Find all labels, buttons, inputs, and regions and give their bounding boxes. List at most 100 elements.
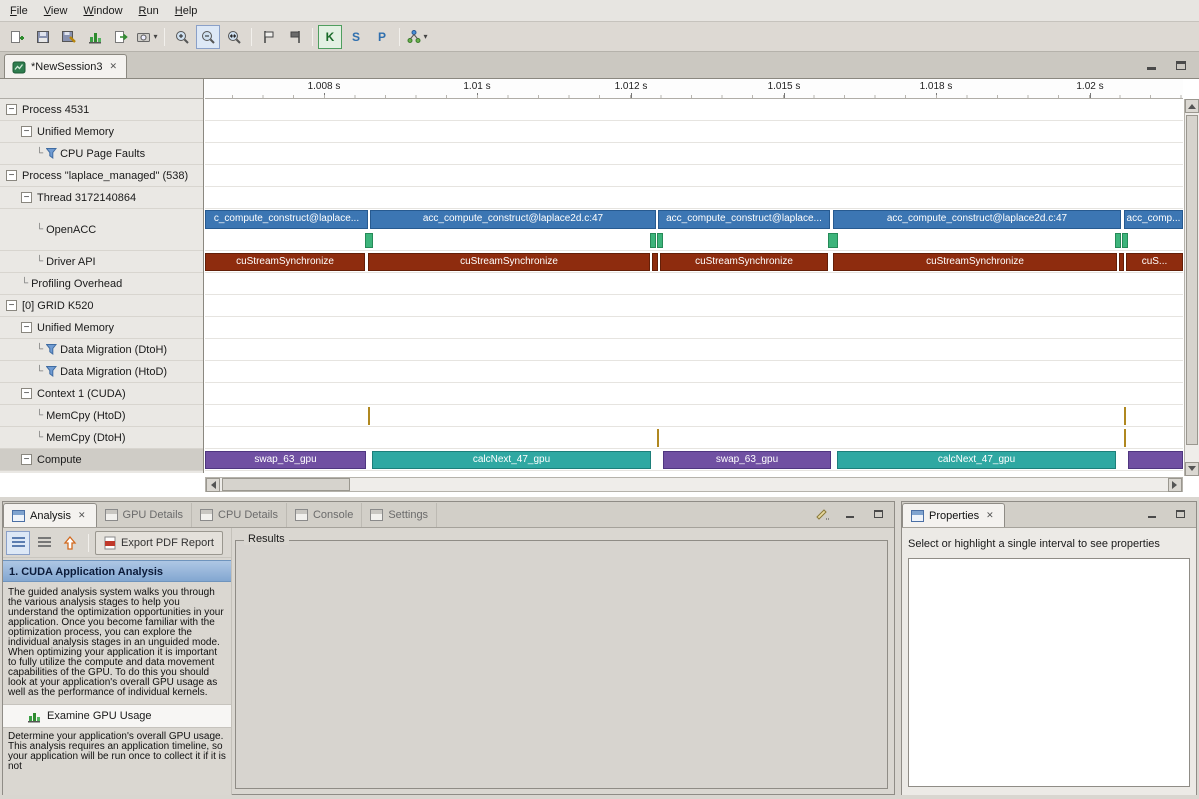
vertical-scroll-thumb[interactable] (1186, 115, 1198, 445)
zoom-fit-button[interactable] (222, 25, 246, 49)
interval-kernel_a[interactable]: swap_63_gpu (205, 451, 366, 469)
session-tab[interactable]: *NewSession3 ✕ (4, 54, 127, 78)
interval-sync[interactable]: cuStreamSynchronize (660, 253, 828, 271)
interval-tick[interactable] (368, 407, 370, 425)
interval-openacc[interactable]: c_compute_construct@laplace... (205, 210, 368, 229)
scroll-right-icon[interactable] (1168, 478, 1182, 492)
tab-console[interactable]: Console (287, 503, 362, 527)
interval-marker[interactable] (650, 233, 656, 248)
scroll-up-icon[interactable] (1185, 99, 1199, 113)
tree-row-data-migration-dtoh[interactable]: └Data Migration (DtoH) (0, 339, 203, 361)
tree-row-driver-api[interactable]: └Driver API (0, 251, 203, 273)
vertical-scrollbar[interactable] (1184, 99, 1199, 476)
interval-sync[interactable]: cuStreamSynchronize (368, 253, 650, 271)
tab-settings[interactable]: Settings (362, 503, 437, 527)
interval-kernel_b[interactable]: calcNext_47_gpu (837, 451, 1116, 469)
export-timeline-button[interactable] (109, 25, 133, 49)
minimize-icon[interactable] (1144, 507, 1160, 521)
collapse-icon[interactable]: − (21, 126, 32, 137)
interval-sync[interactable]: cuStreamSynchronize (833, 253, 1117, 271)
interval-tick[interactable] (1124, 407, 1126, 425)
tab-cpu-details[interactable]: CPU Details (192, 503, 287, 527)
tab-properties[interactable]: Properties ✕ (902, 503, 1005, 527)
minimize-icon[interactable] (842, 507, 858, 521)
tab-analysis[interactable]: Analysis✕ (3, 503, 97, 527)
collapse-icon[interactable]: − (21, 388, 32, 399)
tab-gpu-details[interactable]: GPU Details (97, 503, 193, 527)
tree-row-process-4531[interactable]: −Process 4531 (0, 99, 203, 121)
tree-row-profiling-overhead[interactable]: └Profiling Overhead (0, 273, 203, 295)
prev-marker-button[interactable] (257, 25, 281, 49)
process-toggle-button[interactable]: P (370, 25, 394, 49)
new-session-button[interactable] (5, 25, 29, 49)
report-chart-button[interactable] (83, 25, 107, 49)
examine-gpu-usage-button[interactable]: Examine GPU Usage (3, 704, 231, 728)
close-icon[interactable]: ✕ (984, 509, 996, 522)
interval-kernel_b[interactable]: calcNext_47_gpu (372, 451, 651, 469)
next-marker-button[interactable] (283, 25, 307, 49)
tree-row-unified-memory[interactable]: −Unified Memory (0, 121, 203, 143)
analysis-graph-button[interactable]: ▾ (405, 25, 429, 49)
tree-row-openacc[interactable]: └OpenACC (0, 209, 203, 251)
menu-window[interactable]: Window (75, 2, 130, 20)
close-icon[interactable]: ✕ (108, 60, 120, 73)
maximize-icon[interactable] (870, 507, 886, 521)
kernel-toggle-button[interactable]: K (318, 25, 342, 49)
scroll-down-icon[interactable] (1185, 462, 1199, 476)
interval-openacc[interactable]: acc_comp... (1124, 210, 1183, 229)
save-button[interactable] (31, 25, 55, 49)
tree-row-process-laplace-managed-538[interactable]: −Process "laplace_managed" (538) (0, 165, 203, 187)
tree-row-thread-3172140864[interactable]: −Thread 3172140864 (0, 187, 203, 209)
menu-file[interactable]: File (2, 2, 36, 20)
collapse-icon[interactable]: − (6, 170, 17, 181)
zoom-out-button[interactable] (196, 25, 220, 49)
interval-marker[interactable] (1115, 233, 1121, 248)
interval-marker[interactable] (828, 233, 838, 248)
collapse-icon[interactable]: − (21, 454, 32, 465)
tree-row-memcpy-htod[interactable]: └MemCpy (HtoD) (0, 405, 203, 427)
scroll-left-icon[interactable] (206, 478, 220, 492)
tree-row-memcpy-dtoh[interactable]: └MemCpy (DtoH) (0, 427, 203, 449)
timeline-tracks[interactable]: c_compute_construct@laplace...acc_comput… (205, 99, 1183, 473)
interval-marker[interactable] (657, 233, 663, 248)
interval-sync[interactable]: cuStreamSynchronize (205, 253, 365, 271)
snapshot-button[interactable]: ▾ (135, 25, 159, 49)
minimize-icon[interactable] (1143, 58, 1159, 72)
interval-sync[interactable]: cuS... (1126, 253, 1183, 271)
menu-view[interactable]: View (36, 2, 76, 20)
zoom-in-button[interactable] (170, 25, 194, 49)
save-as-button[interactable] (57, 25, 81, 49)
interval-sync[interactable] (1119, 253, 1124, 271)
guided-analysis-button[interactable] (6, 531, 30, 555)
maximize-icon[interactable] (1172, 507, 1188, 521)
interval-openacc[interactable]: acc_compute_construct@laplace2d.c:47 (833, 210, 1121, 229)
stream-toggle-button[interactable]: S (344, 25, 368, 49)
collapse-icon[interactable]: − (21, 322, 32, 333)
interval-kernel_a[interactable]: swap_63_gpu (663, 451, 831, 469)
tree-row-context-1-cuda[interactable]: −Context 1 (CUDA) (0, 383, 203, 405)
tree-row-compute[interactable]: −Compute (0, 449, 203, 471)
collapse-icon[interactable]: − (21, 192, 32, 203)
menu-help[interactable]: Help (167, 2, 206, 20)
interval-marker[interactable] (365, 233, 373, 248)
maximize-icon[interactable] (1173, 58, 1189, 72)
interval-tick[interactable] (657, 429, 659, 447)
back-up-button[interactable] (58, 531, 82, 555)
collapse-icon[interactable]: − (6, 104, 17, 115)
collapse-icon[interactable]: − (6, 300, 17, 311)
horizontal-scroll-thumb[interactable] (222, 478, 350, 491)
tree-row-unified-memory[interactable]: −Unified Memory (0, 317, 203, 339)
interval-kernel_a[interactable] (1128, 451, 1183, 469)
interval-marker[interactable] (1122, 233, 1128, 248)
interval-tick[interactable] (1124, 429, 1126, 447)
interval-openacc[interactable]: acc_compute_construct@laplace2d.c:47 (370, 210, 656, 229)
tree-row-cpu-page-faults[interactable]: └CPU Page Faults (0, 143, 203, 165)
menu-run[interactable]: Run (131, 2, 167, 20)
interval-openacc[interactable]: acc_compute_construct@laplace... (658, 210, 830, 229)
interval-sync[interactable] (652, 253, 658, 271)
horizontal-scrollbar[interactable] (205, 477, 1183, 492)
export-pdf-button[interactable]: Export PDF Report (95, 531, 223, 555)
tree-row-data-migration-htod[interactable]: └Data Migration (HtoD) (0, 361, 203, 383)
tree-row-0-grid-k520[interactable]: −[0] GRID K520 (0, 295, 203, 317)
unguided-analysis-button[interactable] (32, 531, 56, 555)
